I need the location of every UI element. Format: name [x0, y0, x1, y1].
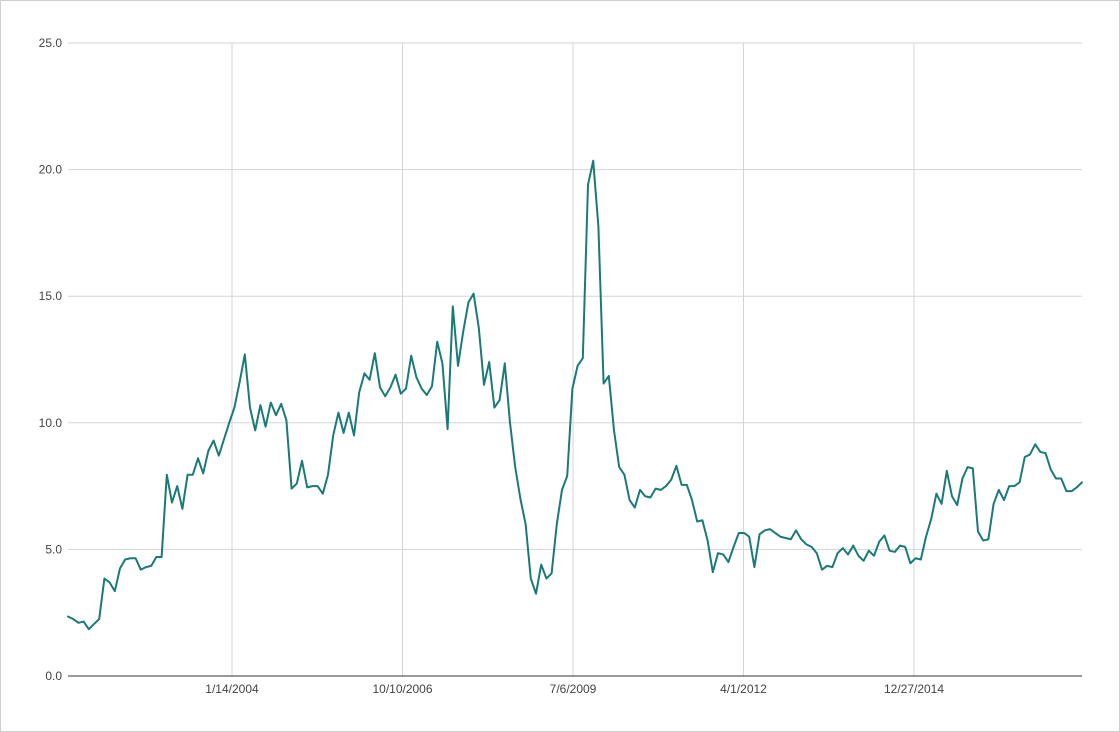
y-tick-label: 15.0: [39, 289, 63, 303]
x-tick-label: 1/14/2004: [205, 682, 259, 696]
gridlines: [68, 42, 1082, 676]
line-chart: 0.0 5.0 10.0 15.0 20.0 25.0 1/14/2004 10/10/20…: [39, 36, 1083, 696]
y-tick-labels: 0.0 5.0 10.0 15.0 20.0 25.0: [39, 36, 63, 683]
y-tick-label: 25.0: [39, 36, 63, 50]
y-tick-label: 0.0: [45, 669, 62, 683]
y-tick-label: 20.0: [39, 163, 63, 177]
series-line: [67, 159, 1083, 631]
x-tick-label: 10/10/2006: [372, 682, 432, 696]
x-tick-labels: 1/14/2004 10/10/2006 7/6/2009 4/1/2012 12/27…: [205, 682, 944, 696]
y-tick-label: 5.0: [45, 542, 62, 556]
y-tick-label: 10.0: [39, 416, 63, 430]
x-tick-label: 4/1/2012: [720, 682, 767, 696]
x-tick-label: 12/27/2014: [884, 682, 944, 696]
x-tick-label: 7/6/2009: [550, 682, 597, 696]
